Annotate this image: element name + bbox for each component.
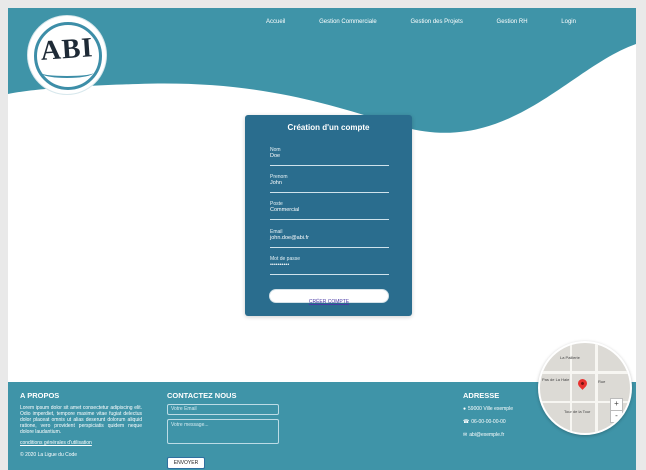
email-text: abi@exemple.fr <box>469 432 505 438</box>
map-label: La Paillerie <box>560 355 580 360</box>
nav-gestion-commerciale[interactable]: Gestion Commerciale <box>319 19 377 25</box>
location-pin-icon: ● <box>463 406 467 412</box>
create-account-label: CRÉER COMPTE <box>308 299 350 305</box>
email-input[interactable]: Votre Email <box>167 404 279 415</box>
form-title: Création d'un compte <box>287 123 370 132</box>
map-label: Tour de la Tour <box>564 409 591 414</box>
field-value: john.doe@abi.fr <box>270 235 309 241</box>
phone-text: 06-00-00-00-00 <box>471 419 506 425</box>
nav-login[interactable]: Login <box>561 19 576 25</box>
about-title: A PROPOS <box>20 391 60 400</box>
map-road <box>595 343 598 433</box>
map-widget[interactable]: La Paillerie Pas de La Haie Rue Tour de … <box>538 341 632 435</box>
message-input[interactable]: Votre message... <box>167 419 279 444</box>
address-line: ● 59000 Ville exemple <box>463 406 513 412</box>
about-text: Lorem ipsum dolor sit amet consectetur a… <box>20 405 142 435</box>
email-line: ✉ abi@exemple.fr <box>463 432 504 438</box>
field-poste[interactable]: Poste Commercial <box>270 201 389 220</box>
zoom-out-button[interactable]: - <box>610 410 623 423</box>
conditions-link[interactable]: conditions générales d'utilisation <box>20 440 92 446</box>
field-value: •••••••••• <box>270 262 290 268</box>
map-label: Pas de La Haie <box>542 377 570 382</box>
nav-gestion-rh[interactable]: Gestion RH <box>497 19 528 25</box>
field-value: Doe <box>270 153 281 159</box>
address-title: ADRESSE <box>463 391 500 400</box>
field-password[interactable]: Mot de passe •••••••••• <box>270 256 389 275</box>
main-nav: Accueil Gestion Commerciale Gestion des … <box>266 19 576 25</box>
phone-line: ☎ 06-00-00-00-00 <box>463 419 506 425</box>
field-email[interactable]: Email john.doe@abi.fr <box>270 229 389 248</box>
field-prenom[interactable]: Prenom John <box>270 174 389 193</box>
logo-swoosh <box>41 68 93 78</box>
address-text: 59000 Ville exemple <box>468 406 513 412</box>
nav-gestion-projets[interactable]: Gestion des Projets <box>410 19 462 25</box>
create-account-button[interactable]: CRÉER COMPTE <box>269 289 389 305</box>
map-label: Rue <box>598 379 606 384</box>
phone-icon: ☎ <box>463 419 470 425</box>
map-road <box>540 371 630 374</box>
logo[interactable]: ABI <box>28 16 106 94</box>
field-value: Commercial <box>270 207 300 213</box>
field-nom[interactable]: Nom Doe <box>270 147 389 166</box>
field-value: John <box>270 180 282 186</box>
logo-text: ABI <box>39 32 95 67</box>
account-form-card: Création d'un compte Nom Doe Prenom John… <box>245 115 412 316</box>
nav-accueil[interactable]: Accueil <box>266 19 285 25</box>
page: ABI Accueil Gestion Commerciale Gestion … <box>8 8 636 470</box>
send-button[interactable]: ENVOYER <box>167 457 205 469</box>
envelope-icon: ✉ <box>463 432 468 438</box>
copyright: © 2020 La Ligue du Code <box>20 452 78 458</box>
map-pin-icon[interactable] <box>576 377 589 390</box>
contact-title: CONTACTEZ NOUS <box>167 391 237 400</box>
